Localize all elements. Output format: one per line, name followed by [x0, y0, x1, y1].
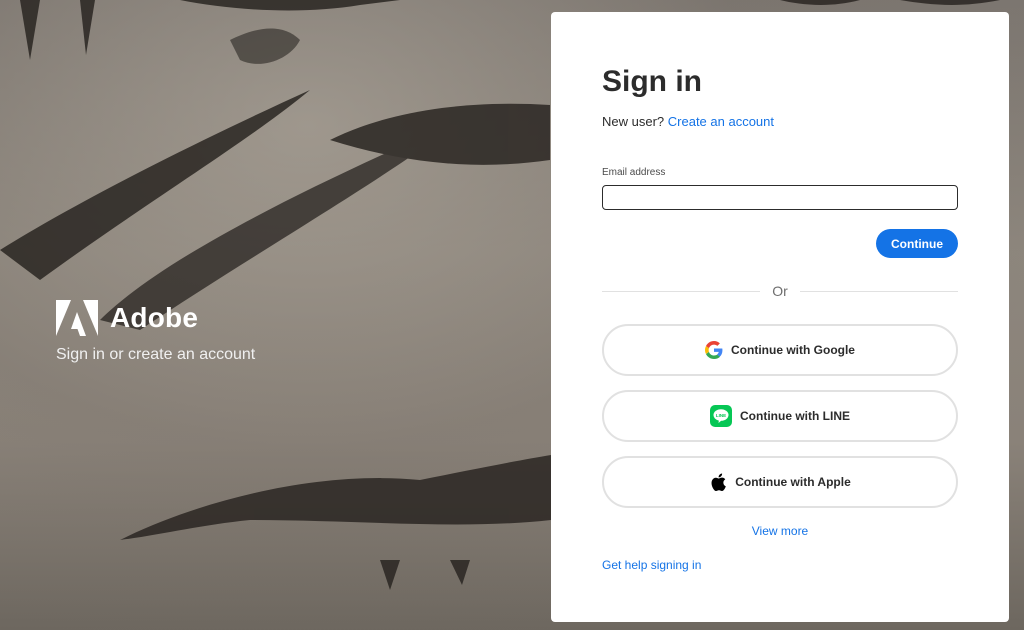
apple-button-label: Continue with Apple [735, 475, 851, 489]
continue-with-apple-button[interactable]: Continue with Apple [602, 456, 958, 508]
line-button-label: Continue with LINE [740, 409, 850, 423]
google-icon [705, 341, 723, 359]
page-title: Sign in [602, 65, 702, 98]
view-more-row: View more [602, 524, 958, 538]
divider-line-right [799, 290, 958, 292]
new-user-text: New user? [602, 114, 665, 129]
or-text: Or [772, 283, 788, 299]
brand-tagline: Sign in or create an account [56, 346, 256, 363]
get-help-link[interactable]: Get help signing in [602, 558, 701, 572]
brand-block: Adobe Sign in or create an account [56, 300, 255, 364]
svg-text:LINE: LINE [716, 413, 726, 418]
signin-card: Sign in New user? Create an account Emai… [551, 12, 1009, 622]
email-label: Email address [602, 167, 666, 178]
line-icon: LINE [710, 405, 732, 427]
create-account-link[interactable]: Create an account [668, 114, 774, 129]
continue-with-line-button[interactable]: LINE Continue with LINE [602, 390, 958, 442]
apple-icon [709, 472, 727, 492]
google-button-label: Continue with Google [731, 343, 855, 357]
view-more-link[interactable]: View more [752, 524, 808, 538]
new-user-row: New user? Create an account [602, 114, 958, 129]
divider-line-left [602, 290, 761, 292]
brand-row: Adobe [56, 300, 255, 336]
adobe-logo-icon [56, 300, 98, 336]
continue-row: Continue [602, 229, 958, 258]
continue-button[interactable]: Continue [876, 229, 958, 258]
brand-name: Adobe [110, 302, 199, 333]
continue-with-google-button[interactable]: Continue with Google [602, 324, 958, 376]
email-field[interactable] [602, 185, 958, 210]
or-divider: Or [602, 283, 958, 299]
